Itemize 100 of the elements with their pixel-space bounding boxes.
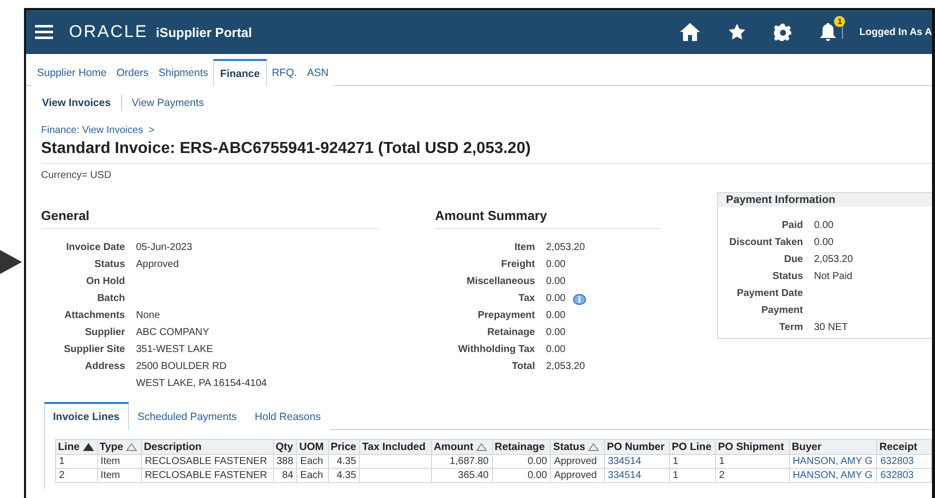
field-label: Batch xyxy=(96,293,125,305)
table-cell: 4.35 xyxy=(328,468,360,482)
field-label: Invoice Date xyxy=(65,242,125,254)
detail-tab[interactable]: Invoice Lines xyxy=(44,402,129,430)
field-label: Supplier xyxy=(84,327,125,339)
field-label: Status xyxy=(771,271,803,283)
field-value: 2,053.20 xyxy=(814,254,853,266)
column-header: PO Shipment xyxy=(716,440,790,454)
column-header[interactable]: Status xyxy=(550,440,604,454)
field-value: 0.00 xyxy=(546,344,566,356)
sub-tab[interactable]: View Invoices xyxy=(42,95,122,111)
field-value: 30 NET xyxy=(814,322,848,334)
section-heading: General xyxy=(41,192,379,229)
detail-tab[interactable]: Scheduled Payments xyxy=(128,402,246,430)
field-label: Paid xyxy=(780,220,803,232)
field-label: Payment Date xyxy=(736,288,803,300)
table-cell: 1 xyxy=(56,454,98,468)
field-label: Payment xyxy=(760,305,803,317)
field-value: ABC COMPANY xyxy=(136,327,210,339)
field-value: 05-Jun-2023 xyxy=(136,242,192,254)
menu-icon[interactable] xyxy=(35,25,53,39)
table-cell: Each xyxy=(296,454,328,468)
field-label: Prepayment xyxy=(476,310,535,322)
field-label: Discount Taken xyxy=(728,237,803,249)
table-cell: Approved xyxy=(550,468,604,482)
panel-heading: Payment Information xyxy=(718,193,932,207)
table-cell: 388 xyxy=(273,454,297,468)
sort-icon[interactable] xyxy=(476,443,488,451)
field-value: 0.00 xyxy=(546,259,566,271)
sub-tab[interactable]: View Payments xyxy=(122,95,214,111)
table-cell xyxy=(360,468,432,482)
info-icon[interactable] xyxy=(573,294,586,304)
user-status: Logged In As A xyxy=(859,26,932,38)
field-label: Address xyxy=(84,361,125,373)
table-cell: 2 xyxy=(56,468,98,482)
table-link[interactable]: 632803 xyxy=(876,468,932,482)
field-label: Retainage xyxy=(486,327,535,339)
column-header: Description xyxy=(141,440,274,454)
table-link[interactable]: HANSON, AMY G xyxy=(789,468,877,482)
field-label: Attachments xyxy=(63,310,125,322)
field-value: 351-WEST LAKE xyxy=(136,344,214,356)
field-value: 2500 BOULDER RD xyxy=(136,361,227,373)
table-cell: Each xyxy=(296,468,328,482)
field-label: Tax xyxy=(518,293,535,305)
home-icon[interactable] xyxy=(680,23,700,41)
star-icon[interactable] xyxy=(728,23,746,41)
table-cell: Item xyxy=(97,454,142,468)
field-label: Item xyxy=(513,242,535,254)
field-label: Miscellaneous xyxy=(466,276,535,288)
table-cell: 365.40 xyxy=(431,468,492,482)
table-cell: Item xyxy=(97,468,142,482)
logo: ORACLE xyxy=(69,22,148,42)
column-header: PO Number xyxy=(604,440,670,454)
table-link[interactable]: 334514 xyxy=(604,468,670,482)
table-cell: RECLOSABLE FASTENER xyxy=(141,468,274,482)
table-cell: 84 xyxy=(273,468,297,482)
nav-tab[interactable]: Finance xyxy=(213,59,267,86)
field-value: Approved xyxy=(136,259,179,271)
field-value: Not Paid xyxy=(814,271,852,283)
breadcrumb-link[interactable]: Finance: View Invoices > xyxy=(41,125,154,136)
field-value: WEST LAKE, PA 16154-4104 xyxy=(136,378,267,390)
column-header: Buyer xyxy=(789,440,877,454)
field-label: Total xyxy=(510,361,535,373)
table-cell xyxy=(360,454,432,468)
table-cell: RECLOSABLE FASTENER xyxy=(141,454,274,468)
field-value: 2,053.20 xyxy=(546,242,585,254)
field-label: On Hold xyxy=(85,276,125,288)
table-cell: 2 xyxy=(716,468,790,482)
sort-icon[interactable] xyxy=(588,443,600,451)
product-name: iSupplier Portal xyxy=(156,24,252,40)
notification-icon[interactable] xyxy=(820,23,836,41)
table-link[interactable]: 632803 xyxy=(876,454,932,468)
field-value: 0.00 xyxy=(546,310,566,322)
table-link[interactable]: 334514 xyxy=(604,454,670,468)
column-header[interactable]: Amount xyxy=(431,440,492,454)
table-link[interactable]: HANSON, AMY G xyxy=(789,454,877,468)
column-header: Retainage xyxy=(492,440,551,454)
table-cell: Approved xyxy=(550,454,604,468)
field-value: 0.00 xyxy=(546,293,566,305)
field-label: Status xyxy=(93,259,125,271)
pointer-icon xyxy=(0,250,22,274)
table-cell: 0.00 xyxy=(492,468,551,482)
field-value: 0.00 xyxy=(546,327,566,339)
field-value: 2,053.20 xyxy=(546,361,585,373)
field-label: Freight xyxy=(500,259,535,271)
column-header[interactable]: Type xyxy=(97,440,142,454)
table-cell: 1,687.80 xyxy=(431,454,492,468)
currency-text: Currency= USD xyxy=(41,170,112,181)
column-header: Tax Included xyxy=(360,440,432,454)
page-title: Standard Invoice: ERS-ABC6755941-924271 (Total USD 2,053.20) xyxy=(41,140,932,164)
sort-ascending-icon[interactable] xyxy=(82,443,94,451)
field-value: None xyxy=(136,310,160,322)
table-cell: 1 xyxy=(669,454,716,468)
column-header[interactable]: Line xyxy=(56,440,98,454)
settings-icon[interactable] xyxy=(774,23,792,41)
column-header: UOM xyxy=(296,440,328,454)
table-cell: 4.35 xyxy=(328,454,360,468)
sort-icon[interactable] xyxy=(126,443,138,451)
table-cell: 1 xyxy=(669,468,716,482)
field-value: 0.00 xyxy=(814,220,834,232)
